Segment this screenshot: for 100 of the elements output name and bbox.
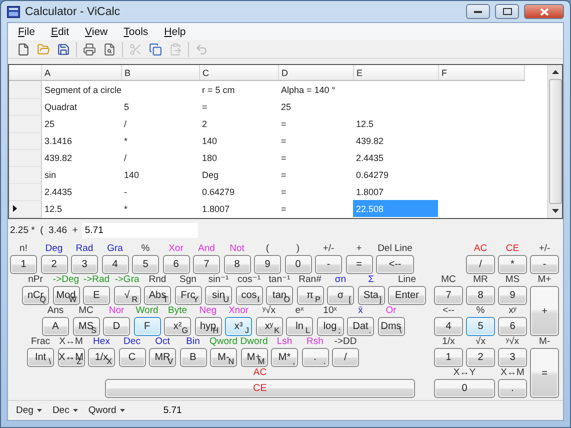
cell-text[interactable]: *	[124, 204, 128, 214]
calculator-key[interactable]: . .	[302, 348, 328, 367]
calculator-key[interactable]: *	[498, 255, 527, 274]
cell-text[interactable]: 3.1416	[44, 136, 72, 146]
cell-text[interactable]: =	[281, 136, 286, 146]
calculator-key[interactable]: nCrQ	[22, 286, 49, 305]
calculator-key[interactable]: 6	[162, 255, 190, 274]
cell-text[interactable]: 439.82	[356, 136, 384, 146]
cell-text[interactable]: sin	[44, 170, 56, 180]
clear-entry-button[interactable]: CE	[105, 379, 415, 398]
calculator-key[interactable]: -	[315, 255, 342, 274]
minimize-button[interactable]	[466, 4, 490, 19]
cell-text[interactable]: 5	[124, 102, 130, 112]
calculator-key[interactable]: Int \	[27, 348, 54, 367]
calculator-key[interactable]: F	[134, 317, 160, 336]
calculator-key[interactable]: -	[530, 255, 559, 274]
cell-text[interactable]: 25	[281, 102, 292, 112]
cell-text[interactable]: *	[124, 136, 128, 146]
mode-dropdown[interactable]: Dec	[52, 405, 78, 416]
calculator-key[interactable]: 0	[434, 379, 495, 398]
calculator-key[interactable]: Dat.	[347, 317, 374, 336]
scroll-down-icon[interactable]	[552, 209, 558, 213]
cell-text[interactable]: 1.8007	[356, 186, 384, 196]
calculator-key[interactable]: 4	[102, 255, 128, 274]
calculator-key[interactable]: 2	[466, 348, 495, 367]
cell-text[interactable]: =	[281, 118, 286, 128]
cell-text[interactable]: 12.5	[356, 118, 374, 128]
calculator-key[interactable]: E	[83, 286, 110, 305]
calculator-key[interactable]: Enter	[388, 286, 426, 305]
cell-text[interactable]: 2	[202, 118, 208, 128]
cell-text[interactable]: /	[124, 118, 127, 128]
calculator-key[interactable]: Dms\	[378, 317, 404, 336]
calculator-key[interactable]: =	[346, 255, 372, 274]
cell-text[interactable]: =	[281, 170, 286, 180]
scrollbar[interactable]	[547, 65, 562, 218]
cell-text[interactable]: 2.4435	[44, 186, 72, 196]
calculator-key[interactable]: 3	[498, 348, 527, 367]
cell-text[interactable]: =	[281, 186, 286, 196]
cell-text[interactable]: 0.64279	[356, 170, 389, 180]
calculator-key[interactable]: M+M	[240, 348, 268, 367]
printer-icon[interactable]	[82, 42, 97, 56]
cell-text[interactable]: -	[124, 186, 127, 196]
cell-text[interactable]: r = 5 cm	[202, 84, 235, 94]
calculator-key[interactable]: ln L	[286, 317, 313, 336]
column-header[interactable]: F	[438, 65, 524, 80]
calculator-key[interactable]: =	[530, 348, 559, 398]
input-field[interactable]: 5.71	[82, 222, 198, 238]
calculator-key[interactable]: +	[530, 286, 559, 336]
calculator-key[interactable]: <--	[376, 255, 414, 274]
mode-dropdown[interactable]: Deg	[16, 405, 42, 416]
close-button[interactable]	[524, 4, 564, 19]
calculator-key[interactable]: 9	[254, 255, 281, 274]
calculator-key[interactable]: 3	[71, 255, 98, 274]
menu-item[interactable]: Help	[158, 26, 192, 38]
cell-text[interactable]: =	[202, 102, 208, 112]
cell-text[interactable]: 140	[202, 136, 218, 146]
cell-text[interactable]: =	[281, 204, 286, 214]
column-header[interactable]: C	[199, 65, 278, 80]
cell-text[interactable]: Deg	[202, 170, 219, 180]
calculator-key[interactable]: 7	[193, 255, 220, 274]
folder-icon[interactable]	[36, 42, 51, 56]
menu-item[interactable]: Tools	[118, 26, 154, 38]
calculator-key[interactable]: C	[118, 348, 146, 367]
calculator-key[interactable]: log;	[316, 317, 344, 336]
calculator-key[interactable]: σ [	[327, 286, 354, 305]
cell-text[interactable]: 2.4435	[356, 152, 384, 162]
cell-text[interactable]: Segment of a circle	[44, 84, 122, 94]
calculator-key[interactable]: 2	[40, 255, 68, 274]
calculator-key[interactable]: A	[42, 317, 69, 336]
calculator-key[interactable]: M* ,	[271, 348, 298, 367]
new-file-icon[interactable]	[16, 42, 31, 56]
cell-text[interactable]: =	[281, 152, 286, 162]
cell-text[interactable]: 1.8007	[202, 204, 230, 214]
calculator-key[interactable]: 8	[224, 255, 250, 274]
column-header[interactable]: B	[121, 65, 199, 80]
calculator-key[interactable]: 1	[434, 348, 463, 367]
calculator-key[interactable]: 8	[466, 286, 495, 305]
calculator-key[interactable]: x³ J	[225, 317, 252, 336]
menu-item[interactable]: Edit	[44, 26, 76, 38]
calculator-key[interactable]: D	[103, 317, 130, 336]
save-icon[interactable]	[56, 42, 71, 56]
calculator-key[interactable]: 6	[498, 317, 527, 336]
calculator-key[interactable]: Sta]	[358, 286, 384, 305]
calculator-key[interactable]: 5	[466, 317, 495, 336]
calculator-key[interactable]: /	[332, 348, 359, 367]
scroll-up-icon[interactable]	[552, 70, 558, 74]
cell-text[interactable]: 140	[124, 170, 140, 180]
mode-dropdown[interactable]: Qword	[88, 405, 126, 416]
calculator-key[interactable]: 1	[10, 255, 37, 274]
calculator-key[interactable]: 0	[284, 255, 312, 274]
cell-text[interactable]: 0.64279	[202, 186, 235, 196]
menu-item[interactable]: File	[12, 26, 41, 38]
calculator-key[interactable]: hypH	[194, 317, 222, 336]
cell-text[interactable]: 439.82	[44, 152, 72, 162]
calculator-key[interactable]: .	[498, 379, 527, 398]
calculator-key[interactable]: 4	[434, 317, 463, 336]
calculator-key[interactable]: 5	[132, 255, 159, 274]
cell-text[interactable]: Quadrat	[44, 102, 78, 112]
calculator-key[interactable]: B	[180, 348, 206, 367]
column-header[interactable]: A	[41, 65, 121, 80]
